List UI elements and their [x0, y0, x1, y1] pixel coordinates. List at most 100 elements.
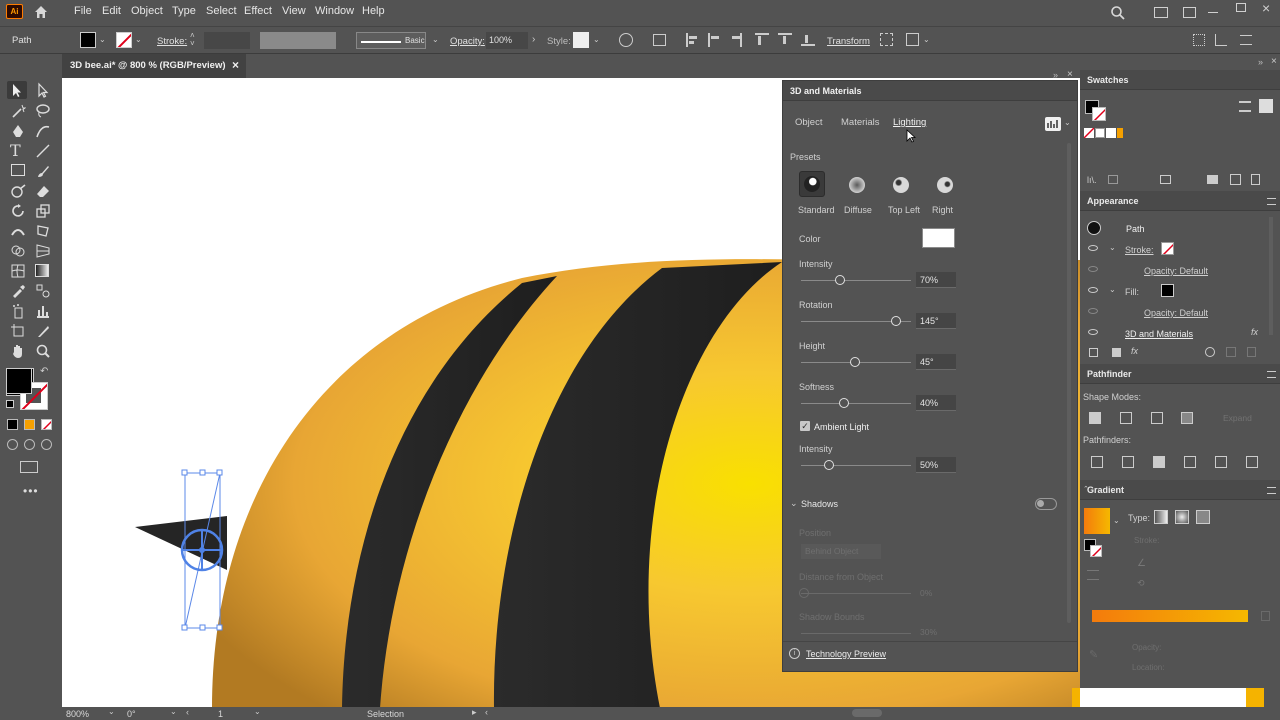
shape-builder-tool-icon[interactable] — [10, 243, 26, 259]
close-window-icon[interactable]: × — [1262, 0, 1270, 16]
hand-tool-icon[interactable] — [10, 343, 26, 359]
add-new-fill-icon[interactable] — [1112, 348, 1121, 357]
swatch-registration[interactable] — [1095, 128, 1105, 138]
rotate-tool-icon[interactable] — [10, 203, 26, 219]
swatch-library-icon[interactable]: lı\. — [1087, 175, 1097, 185]
gradient-stroke-icon[interactable] — [1090, 545, 1102, 557]
menu-edit[interactable]: Edit — [102, 5, 121, 17]
ambient-intensity-slider-track[interactable] — [801, 465, 911, 466]
slice-tool-icon[interactable] — [35, 323, 51, 339]
artboard-tool-icon[interactable] — [10, 323, 26, 339]
ambient-light-checkbox[interactable]: ✓ — [800, 421, 810, 431]
ambient-intensity-slider-knob[interactable] — [824, 460, 834, 470]
preset-standard[interactable] — [799, 171, 825, 197]
close-dock-icon[interactable]: × — [1271, 56, 1277, 67]
trim-icon[interactable] — [1122, 456, 1134, 468]
shadows-label[interactable]: Shadows — [801, 499, 838, 509]
brush-definition[interactable]: Basic — [356, 32, 426, 49]
softness-slider-knob[interactable] — [839, 398, 849, 408]
mesh-tool-icon[interactable] — [10, 263, 26, 279]
softness-input[interactable]: 40% — [916, 395, 956, 411]
curvature-tool-icon[interactable] — [35, 123, 51, 139]
symbol-sprayer-tool-icon[interactable] — [10, 303, 26, 319]
document-tab[interactable]: 3D bee.ai* @ 800 % (RGB/Preview) × — [62, 54, 246, 78]
new-color-group-icon[interactable] — [1207, 175, 1218, 184]
type-tool-icon[interactable]: T — [10, 143, 21, 159]
tab-object[interactable]: Object — [795, 117, 822, 128]
panel-menu-icon[interactable] — [1267, 487, 1276, 494]
3d-materials-effect-link[interactable]: 3D and Materials — [1125, 329, 1193, 339]
intensity-slider-knob[interactable] — [835, 275, 845, 285]
info-icon[interactable]: i — [789, 648, 800, 659]
radial-gradient-icon[interactable] — [1175, 510, 1189, 524]
align-left-icon[interactable] — [686, 33, 698, 47]
arrange-docs-icon[interactable] — [906, 33, 919, 46]
magic-wand-tool-icon[interactable] — [10, 103, 26, 119]
workspace-icon[interactable] — [1154, 7, 1168, 18]
stroke-swatch[interactable] — [116, 32, 132, 48]
panel-options-icon[interactable] — [1215, 34, 1227, 46]
chevron-down-icon[interactable]: ⌄ — [923, 35, 930, 44]
swatch-none[interactable] — [1084, 128, 1094, 138]
linear-gradient-icon[interactable] — [1154, 510, 1168, 524]
draw-normal-icon[interactable] — [7, 439, 18, 450]
fx-icon[interactable]: fx — [1251, 327, 1258, 337]
add-effect-icon[interactable]: fx — [1131, 346, 1138, 356]
swatch-orange[interactable] — [1117, 128, 1123, 138]
arrange-icon[interactable] — [1183, 7, 1196, 18]
color-mode-icon[interactable] — [7, 419, 18, 430]
lasso-tool-icon[interactable] — [35, 103, 51, 119]
collapse-dock-icon[interactable]: » — [1258, 57, 1263, 67]
technology-preview-link[interactable]: Technology Preview — [806, 649, 886, 659]
menu-view[interactable]: View — [282, 5, 306, 17]
menu-object[interactable]: Object — [131, 5, 163, 17]
swatch-stroke[interactable] — [1092, 107, 1106, 121]
light-color-swatch[interactable] — [922, 228, 955, 248]
minus-front-icon[interactable] — [1120, 412, 1132, 424]
menu-file[interactable]: File — [74, 5, 92, 17]
collapse-panel-icon[interactable]: » — [1053, 70, 1058, 80]
perspective-grid-tool-icon[interactable] — [35, 243, 51, 259]
rotation-readout[interactable]: 0° — [127, 709, 136, 719]
gradient-mode-icon[interactable] — [24, 419, 35, 430]
eye-icon[interactable] — [1088, 287, 1098, 293]
fill-color-icon[interactable] — [6, 368, 32, 394]
panel-collapse-icon[interactable]: ⌃ — [1083, 485, 1089, 493]
fill-attribute-swatch[interactable] — [1161, 284, 1174, 297]
chevron-right-icon[interactable]: › — [532, 34, 535, 45]
preset-right[interactable] — [937, 177, 953, 193]
delete-item-icon[interactable] — [1247, 347, 1256, 357]
outline-icon[interactable] — [1215, 456, 1227, 468]
swap-fill-stroke-icon[interactable]: ↶ — [40, 366, 48, 377]
graphic-style-swatch[interactable] — [573, 32, 589, 48]
fill-swatch[interactable] — [80, 32, 96, 48]
eyedropper-tool-icon[interactable] — [10, 283, 26, 299]
gradient-slider[interactable] — [1092, 610, 1248, 622]
delete-swatch-icon[interactable] — [1251, 174, 1260, 185]
panel-menu-icon[interactable] — [1267, 198, 1276, 205]
opacity-label[interactable]: Opacity: — [450, 36, 485, 47]
shadows-toggle[interactable] — [1035, 498, 1057, 510]
chevron-down-icon[interactable]: ⌄ — [1109, 285, 1116, 294]
variable-width-profile[interactable] — [260, 32, 336, 49]
chevron-down-icon[interactable]: ⌄ — [1113, 516, 1120, 525]
zoom-level[interactable]: 800% — [66, 709, 89, 719]
status-menu-arrow-icon[interactable]: ▸ — [472, 707, 477, 718]
chevron-down-icon[interactable]: ⌄ — [108, 707, 115, 716]
preset-top-left[interactable] — [893, 177, 909, 193]
zoom-tool-icon[interactable] — [35, 343, 51, 359]
chevron-down-icon[interactable]: ⌄ — [593, 35, 600, 44]
minimize-icon[interactable] — [1208, 12, 1218, 13]
eye-icon[interactable] — [1088, 329, 1098, 335]
stroke-opacity-label[interactable]: Opacity: Default — [1144, 266, 1208, 276]
chevron-down-icon[interactable]: ⌄ — [99, 35, 106, 44]
render-settings-icon[interactable] — [1045, 117, 1061, 131]
stroke-weight-input[interactable] — [204, 32, 250, 49]
freeform-gradient-icon[interactable] — [1196, 510, 1210, 524]
swatch-options-icon[interactable] — [1160, 175, 1171, 184]
chevron-down-icon[interactable]: ⌄ — [170, 707, 177, 716]
eye-icon[interactable] — [1088, 308, 1098, 314]
fill-opacity-label[interactable]: Opacity: Default — [1144, 308, 1208, 318]
direct-selection-tool-icon[interactable] — [35, 82, 51, 98]
stroke-attribute-label[interactable]: Stroke: — [1125, 245, 1154, 255]
